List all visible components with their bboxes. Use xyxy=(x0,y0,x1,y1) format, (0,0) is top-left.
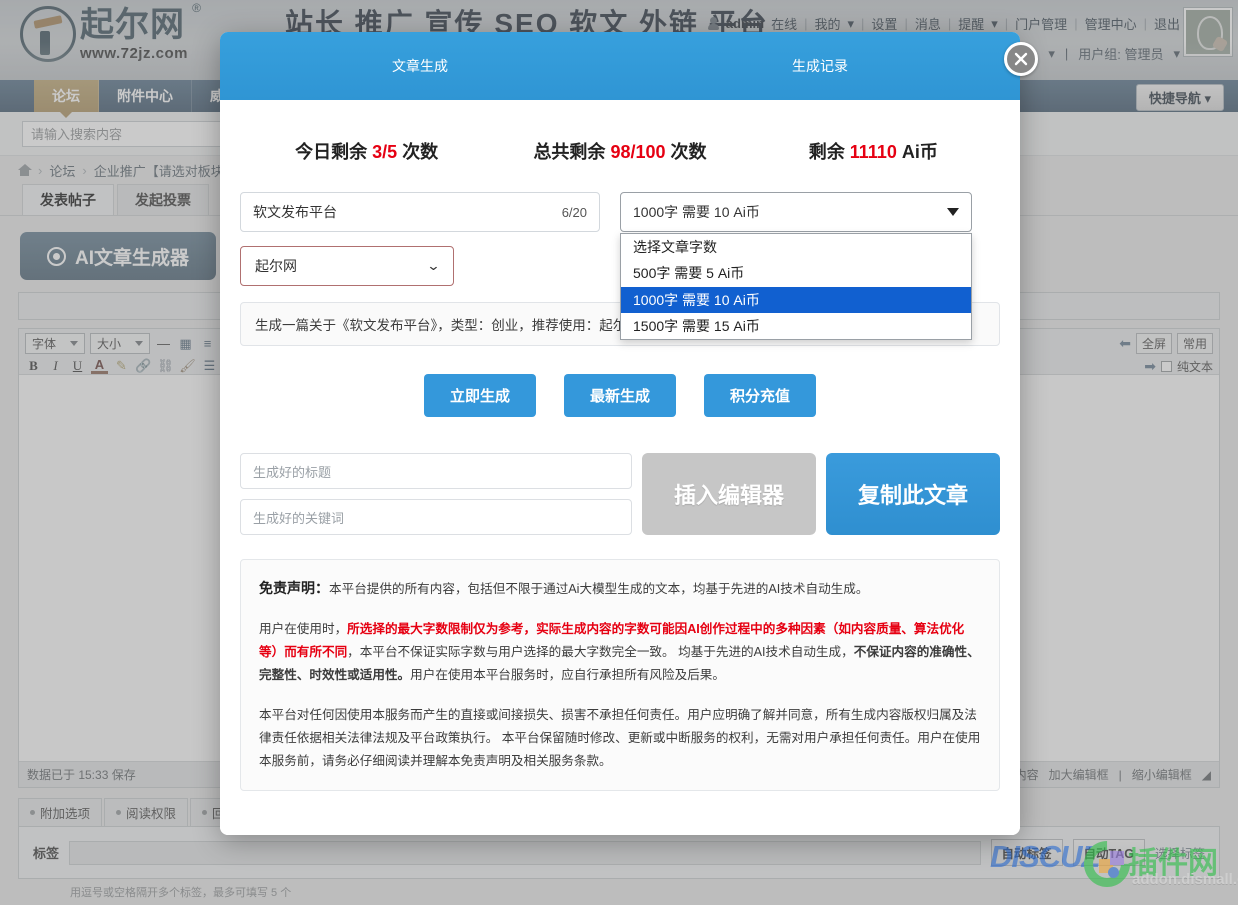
disclaimer-text-2b: ，本平台不保证实际字数与用户选择的最大字数完全一致。 均基于先进的AI技术自动生… xyxy=(347,645,854,659)
recommended-site-select[interactable]: 起尔网 ⌄ xyxy=(240,246,454,286)
keyword-counter: 6/20 xyxy=(562,205,587,220)
counter-ai-coins: 剩余 11110 Ai币 xyxy=(747,138,1000,164)
modal-header: 文章生成 生成记录 xyxy=(220,32,1020,100)
length-option-500[interactable]: 500字 需要 5 Ai币 xyxy=(621,260,971,286)
disclaimer-text-2c: 用户在使用本平台服务时，应自行承担所有风险及后果。 xyxy=(410,668,725,682)
disclaimer-para-3: 本平台对任何因使用本服务而产生的直接或间接损失、损害不承担任何责任。用户应明确了… xyxy=(259,704,981,774)
copy-article-button[interactable]: 复制此文章 xyxy=(826,453,1000,535)
insert-to-editor-button[interactable]: 插入编辑器 xyxy=(642,453,816,535)
counter-daily-value: 3/5 xyxy=(372,142,397,162)
article-length-select-wrapper: 1000字 需要 10 Ai币 选择文章字数 500字 需要 5 Ai币 100… xyxy=(620,192,972,232)
keyword-input[interactable]: 软文发布平台 6/20 xyxy=(240,192,600,232)
length-option-1000[interactable]: 1000字 需要 10 Ai币 xyxy=(621,287,971,313)
result-title-input[interactable]: 生成好的标题 xyxy=(240,453,632,489)
article-length-select[interactable]: 1000字 需要 10 Ai币 xyxy=(620,192,972,232)
ai-article-generator-modal: 文章生成 生成记录 今日剩余 3/5 次数 总共剩余 98/100 次数 剩余 … xyxy=(220,32,1020,835)
disclaimer-para-2: 用户在使用时，所选择的最大字数限制仅为参考，实际生成内容的字数可能因AI创作过程… xyxy=(259,618,981,688)
counter-total-remaining: 总共剩余 98/100 次数 xyxy=(493,138,746,164)
result-keyword-input[interactable]: 生成好的关键词 xyxy=(240,499,632,535)
close-icon[interactable] xyxy=(1004,42,1038,76)
input-row: 软文发布平台 6/20 1000字 需要 10 Ai币 选择文章字数 500字 … xyxy=(240,192,1000,232)
counter-total-value: 98/100 xyxy=(610,142,665,162)
chevron-down-icon: ⌄ xyxy=(426,258,440,274)
disclaimer-text-2a: 用户在使用时， xyxy=(259,622,347,636)
counter-daily-remaining: 今日剩余 3/5 次数 xyxy=(240,138,493,164)
keyword-value: 软文发布平台 xyxy=(253,202,337,222)
chevron-down-icon xyxy=(947,208,959,216)
disclaimer-text-1: 本平台提供的所有内容，包括但不限于通过Ai大模型生成的文本，均基于先进的AI技术… xyxy=(329,582,868,596)
disclaimer-box: 免责声明：本平台提供的所有内容，包括但不限于通过Ai大模型生成的文本，均基于先进… xyxy=(240,559,1000,791)
action-buttons: 立即生成 最新生成 积分充值 xyxy=(240,374,1000,417)
article-length-value: 1000字 需要 10 Ai币 xyxy=(633,202,760,222)
result-row: 生成好的标题 生成好的关键词 插入编辑器 复制此文章 xyxy=(240,453,1000,535)
counter-coins-value: 11110 xyxy=(850,142,897,162)
disclaimer-title: 免责声明： xyxy=(259,580,329,596)
article-length-dropdown: 选择文章字数 500字 需要 5 Ai币 1000字 需要 10 Ai币 150… xyxy=(620,233,972,340)
recommended-site-value: 起尔网 xyxy=(255,256,297,276)
quota-counters: 今日剩余 3/5 次数 总共剩余 98/100 次数 剩余 11110 Ai币 xyxy=(240,100,1000,164)
modal-tab-article-generation[interactable]: 文章生成 xyxy=(220,56,620,76)
modal-body: 今日剩余 3/5 次数 总共剩余 98/100 次数 剩余 11110 Ai币 … xyxy=(220,100,1020,835)
disclaimer-para-1: 免责声明：本平台提供的所有内容，包括但不限于通过Ai大模型生成的文本，均基于先进… xyxy=(259,576,981,602)
modal-tab-generation-records[interactable]: 生成记录 xyxy=(620,56,1020,76)
latest-generation-button[interactable]: 最新生成 xyxy=(564,374,676,417)
length-option-1500[interactable]: 1500字 需要 15 Ai币 xyxy=(621,313,971,339)
recharge-points-button[interactable]: 积分充值 xyxy=(704,374,816,417)
generate-now-button[interactable]: 立即生成 xyxy=(424,374,536,417)
length-option-placeholder[interactable]: 选择文章字数 xyxy=(621,234,971,260)
